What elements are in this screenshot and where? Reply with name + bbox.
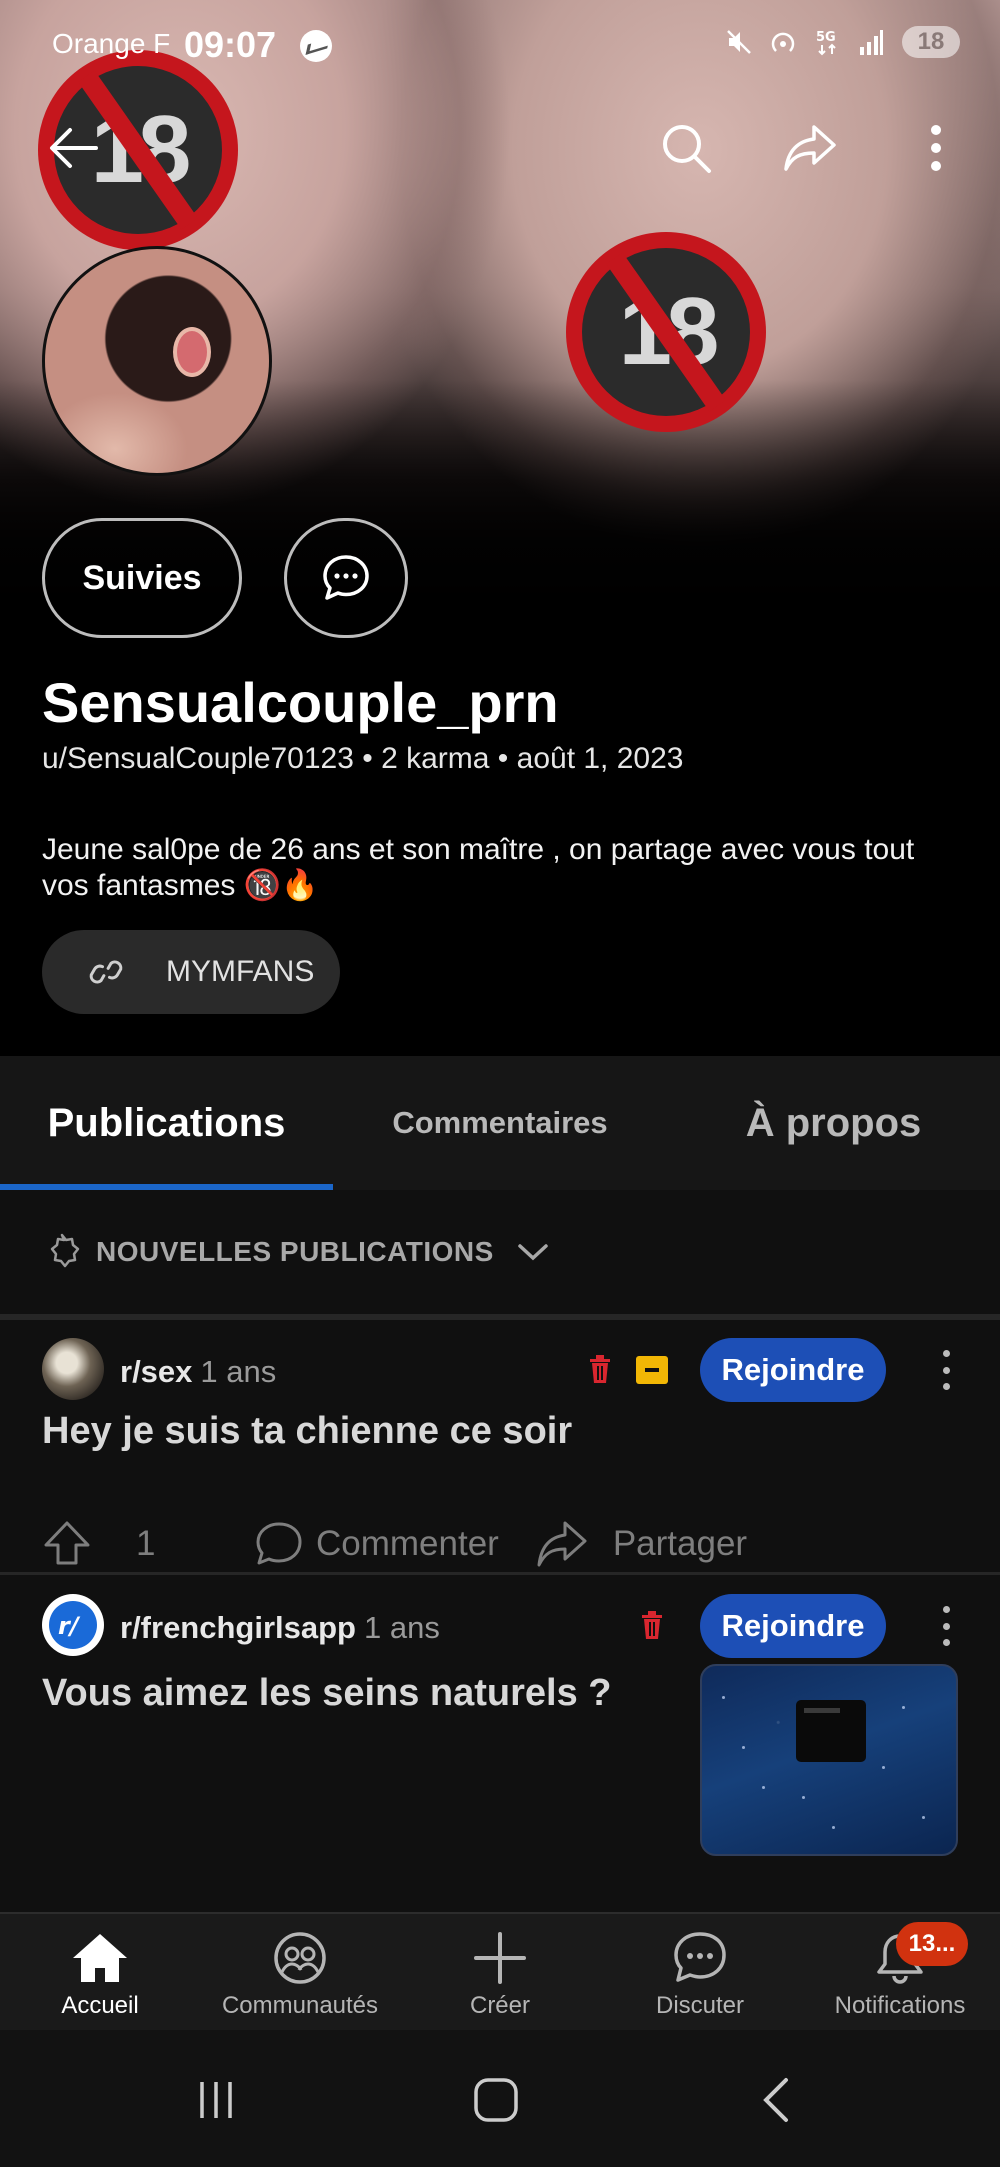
subreddit-avatar[interactable] [42, 1338, 104, 1400]
notification-count-badge: 13... [896, 1922, 968, 1966]
sort-label: NOUVELLES PUBLICATIONS [96, 1236, 494, 1267]
profile-tabs: Publications Commentaires À propos [0, 1056, 1000, 1190]
post-options-icon[interactable] [936, 1350, 956, 1390]
post-feed: NOUVELLES PUBLICATIONS r/sex 1 ans Rejoin… [0, 1190, 1000, 1912]
communities-icon [274, 1932, 326, 1984]
post-age: 1 ans [364, 1610, 440, 1645]
post-title[interactable]: Hey je suis ta chienne ce soir [42, 1410, 572, 1453]
follow-button[interactable]: Suivies [42, 518, 242, 638]
trash-icon[interactable] [588, 1354, 612, 1384]
subreddit-label: r/frenchgirlsapp [120, 1610, 356, 1645]
profile-display-name: Sensualcouple_prn [42, 671, 559, 734]
sort-selector[interactable]: NOUVELLES PUBLICATIONS [0, 1190, 1000, 1314]
join-button[interactable]: Rejoindre [700, 1338, 886, 1402]
5g-icon: 5G [816, 30, 836, 56]
recent-apps-icon [200, 2082, 232, 2118]
back-system-button[interactable] [736, 2060, 816, 2140]
post-actions: 1 Commenter Partager [0, 1514, 1000, 1574]
share-icon[interactable] [535, 1519, 589, 1569]
back-button[interactable] [44, 118, 104, 178]
post-thumbnail[interactable] [700, 1664, 958, 1856]
system-navigation-bar [0, 2030, 1000, 2167]
link-icon [89, 960, 123, 984]
svg-text:5G: 5G [816, 30, 836, 45]
chat-button[interactable] [284, 518, 408, 638]
share-icon [784, 125, 836, 171]
home-square-icon [474, 2078, 518, 2122]
window-icon [796, 1700, 866, 1762]
vote-count: 1 [136, 1524, 156, 1563]
chat-bubble-icon [323, 555, 369, 600]
subreddit-name[interactable]: r/frenchgirlsapp 1 ans [120, 1610, 440, 1646]
post-title[interactable]: Vous aimez les seins naturels ? [42, 1672, 662, 1715]
subreddit-logo-icon: r/ [49, 1601, 97, 1649]
social-link-label: MYMFANS [166, 955, 315, 988]
search-button[interactable] [656, 118, 716, 178]
nav-create[interactable]: Créer [400, 1928, 600, 2028]
share-label[interactable]: Partager [613, 1524, 747, 1564]
carrier-label: Orange F [52, 28, 171, 59]
tab-about[interactable]: À propos [667, 1056, 1000, 1190]
nav-chat-label: Discuter [655, 1992, 745, 2019]
share-button[interactable] [780, 118, 840, 178]
post-card[interactable]: r/sex 1 ans Rejoindre Hey je suis ta chie… [0, 1320, 1000, 1458]
nav-communities[interactable]: Communautés [200, 1928, 400, 2028]
post-options-icon[interactable] [936, 1606, 956, 1646]
svg-text:r/: r/ [58, 1612, 81, 1640]
new-badge-icon [50, 1233, 80, 1268]
tab-comments[interactable]: Commentaires [333, 1056, 667, 1190]
profile-avatar[interactable] [42, 246, 272, 476]
nav-notifications-label: Notifications [834, 1992, 966, 2019]
signal-icon [860, 30, 883, 55]
chat-icon [674, 1932, 726, 1982]
nav-communities-label: Communautés [221, 1992, 379, 2019]
back-chevron-icon [763, 2078, 788, 2122]
archive-icon[interactable] [636, 1356, 668, 1384]
comment-label[interactable]: Commenter [316, 1524, 499, 1564]
subreddit-avatar[interactable]: r/ [42, 1594, 104, 1656]
nav-create-label: Créer [469, 1992, 530, 2019]
search-icon [663, 125, 711, 173]
messenger-icon [300, 30, 332, 62]
status-bar: Orange F 09:07 5G 18 [0, 0, 1000, 90]
plus-icon [474, 1932, 526, 1984]
social-link-chip[interactable]: MYMFANS [42, 930, 340, 1014]
kebab-menu-icon [931, 125, 941, 171]
more-options-button[interactable] [906, 118, 966, 178]
nav-chat[interactable]: Discuter [600, 1928, 800, 2028]
battery-indicator: 18 [902, 26, 960, 58]
post-age: 1 ans [200, 1354, 277, 1389]
mute-icon [727, 30, 751, 54]
nav-home[interactable]: Accueil [0, 1928, 200, 2028]
bottom-navigation: Accueil Communautés Créer Discuter Notif… [0, 1912, 1000, 2030]
hotspot-icon [771, 32, 795, 52]
post-card[interactable]: r/ r/frenchgirlsapp 1 ans Rejoindre Vous … [0, 1576, 1000, 1912]
comment-icon[interactable] [254, 1519, 304, 1569]
home-icon [73, 1934, 127, 1982]
subreddit-name[interactable]: r/sex 1 ans [120, 1354, 276, 1390]
profile-meta: u/SensualCouple70123 • 2 karma • août 1,… [42, 742, 684, 775]
tab-publications[interactable]: Publications [0, 1056, 333, 1190]
back-arrow-icon [50, 128, 98, 168]
nav-home-label: Accueil [61, 1992, 139, 2019]
trash-icon[interactable] [640, 1610, 664, 1640]
join-button[interactable]: Rejoindre [700, 1594, 886, 1658]
clock: 09:07 [184, 24, 277, 65]
subreddit-label: r/sex [120, 1354, 193, 1389]
divider [0, 1572, 1000, 1575]
age-restriction-icon: 18 [566, 232, 766, 432]
chevron-down-icon [518, 1244, 548, 1261]
home-system-button[interactable] [456, 2060, 536, 2140]
recent-apps-button[interactable] [176, 2060, 256, 2140]
upvote-icon[interactable] [42, 1519, 92, 1569]
profile-bio: Jeune sal0pe de 26 ans et son maître , o… [42, 833, 915, 902]
